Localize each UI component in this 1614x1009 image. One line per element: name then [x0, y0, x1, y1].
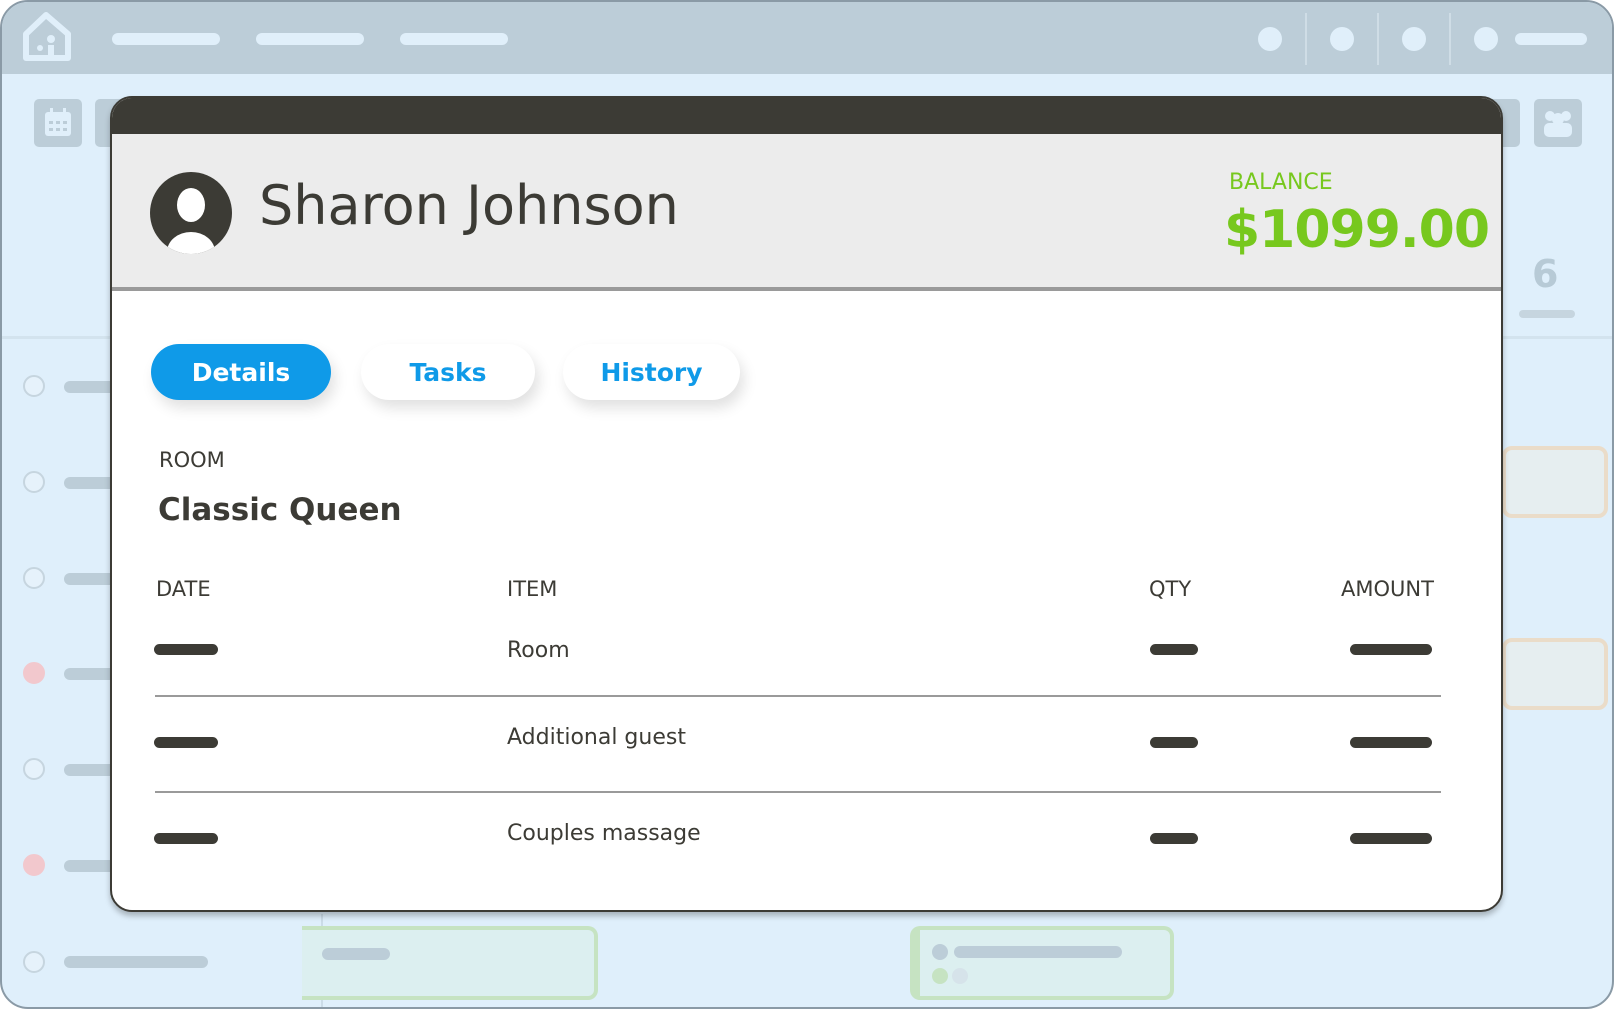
- qty-placeholder: [1150, 644, 1198, 655]
- row-divider: [155, 791, 1441, 793]
- modal-title-bar: [112, 98, 1501, 134]
- room-status-icon: [23, 758, 45, 780]
- calendar-icon[interactable]: [34, 99, 82, 147]
- booking-block[interactable]: [1502, 638, 1608, 710]
- tab-details[interactable]: Details: [151, 344, 331, 400]
- nav-icon[interactable]: [1330, 27, 1354, 51]
- divider: [1449, 13, 1451, 65]
- date-placeholder: [154, 833, 218, 844]
- room-type: Classic Queen: [158, 492, 402, 528]
- user-avatar-icon: [150, 172, 232, 254]
- guest-name: Sharon Johnson: [259, 174, 679, 237]
- booking-block[interactable]: [302, 926, 598, 1000]
- group-icon[interactable]: [1534, 99, 1582, 147]
- guest-header: Sharon Johnson BALANCE $1099.00: [112, 134, 1501, 291]
- column-header-qty: QTY: [1149, 577, 1192, 601]
- user-name-placeholder[interactable]: [1515, 33, 1587, 45]
- divider: [1305, 13, 1307, 65]
- home-logo-icon: [23, 12, 71, 61]
- divider: [1377, 13, 1379, 65]
- amount-placeholder: [1350, 737, 1432, 748]
- nav-item[interactable]: [112, 33, 220, 45]
- nav-item[interactable]: [256, 33, 364, 45]
- balance-amount: $1099.00: [1224, 200, 1490, 260]
- item-name: Couples massage: [507, 821, 701, 846]
- top-nav-bar: [2, 2, 1612, 74]
- column-header-item: ITEM: [507, 577, 558, 601]
- guest-details-modal: Sharon Johnson BALANCE $1099.00 Details …: [110, 96, 1503, 912]
- room-label: ROOM: [159, 448, 225, 472]
- amount-placeholder: [1350, 833, 1432, 844]
- date-placeholder: [154, 644, 218, 655]
- calendar-day-bar: [1519, 310, 1575, 318]
- user-avatar-icon[interactable]: [1474, 27, 1498, 51]
- qty-placeholder: [1150, 737, 1198, 748]
- column-header-amount: AMOUNT: [1341, 577, 1434, 601]
- booking-block[interactable]: [910, 926, 1174, 1000]
- nav-item[interactable]: [400, 33, 508, 45]
- qty-placeholder: [1150, 833, 1198, 844]
- room-status-icon: [23, 951, 45, 973]
- tab-history[interactable]: History: [563, 344, 740, 400]
- balance-label: BALANCE: [1229, 170, 1333, 195]
- amount-placeholder: [1350, 644, 1432, 655]
- room-status-icon: [23, 471, 45, 493]
- item-name: Additional guest: [507, 725, 686, 750]
- item-name: Room: [507, 638, 570, 663]
- nav-icon[interactable]: [1258, 27, 1282, 51]
- room-status-icon: [23, 567, 45, 589]
- room-status-icon: [23, 662, 45, 684]
- tab-tasks[interactable]: Tasks: [361, 344, 535, 400]
- column-header-date: DATE: [156, 577, 211, 601]
- calendar-day-number: 6: [1532, 252, 1559, 296]
- date-placeholder: [154, 737, 218, 748]
- nav-icon[interactable]: [1402, 27, 1426, 51]
- room-status-icon: [23, 854, 45, 876]
- room-status-icon: [23, 375, 45, 397]
- room-label-placeholder: [64, 956, 208, 968]
- row-divider: [155, 695, 1441, 697]
- booking-block[interactable]: [1502, 446, 1608, 518]
